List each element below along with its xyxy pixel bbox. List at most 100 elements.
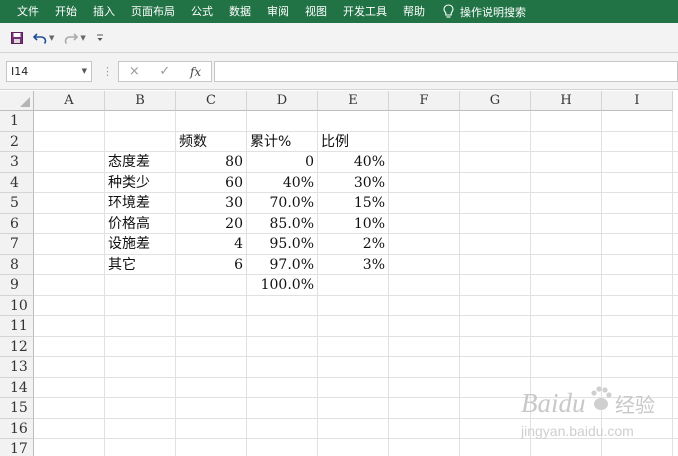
tell-me-label: 操作说明搜索 (460, 5, 526, 19)
name-box[interactable]: I14 ▼ (6, 61, 92, 82)
redo-button[interactable]: ▼ (61, 27, 88, 49)
cell-e5[interactable]: 15% (318, 193, 389, 213)
watermark-brand: Baidu (521, 388, 586, 418)
lightbulb-icon (443, 4, 454, 18)
cell-d8[interactable]: 97.0% (247, 255, 318, 275)
select-all-button[interactable] (0, 91, 34, 111)
tab-formulas[interactable]: 公式 (183, 0, 221, 23)
column-header-h[interactable]: H (531, 91, 602, 111)
row-header-6[interactable]: 6 (0, 213, 34, 234)
enter-icon[interactable]: ✓ (159, 64, 170, 79)
row-gridline (34, 356, 678, 357)
column-header-a[interactable]: A (34, 91, 105, 111)
tab-review[interactable]: 审阅 (259, 0, 297, 23)
name-box-value: I14 (11, 65, 29, 78)
cell-e2[interactable]: 比例 (318, 132, 389, 152)
tell-me-search[interactable]: 操作说明搜索 (433, 4, 526, 20)
cell-b7[interactable]: 设施差 (105, 234, 176, 254)
watermark-brand-cn: 经验 (615, 393, 655, 417)
tab-help[interactable]: 帮助 (395, 0, 433, 23)
row-header-3[interactable]: 3 (0, 152, 34, 173)
cell-c5[interactable]: 30 (176, 193, 247, 213)
row-header-1[interactable]: 1 (0, 111, 34, 132)
paw-icon (591, 386, 612, 410)
row-header-17[interactable]: 17 (0, 439, 34, 456)
cell-b3[interactable]: 态度差 (105, 152, 176, 172)
row-header-2[interactable]: 2 (0, 131, 34, 152)
row-gridline (34, 376, 678, 378)
cell-b6[interactable]: 价格高 (105, 214, 176, 234)
row-header-9[interactable]: 9 (0, 275, 34, 296)
row-header-7[interactable]: 7 (0, 234, 34, 255)
tab-page-layout[interactable]: 页面布局 (123, 0, 183, 23)
cell-d3[interactable]: 0 (247, 152, 318, 172)
chevron-down-icon[interactable]: ▼ (82, 62, 87, 81)
row-header-14[interactable]: 14 (0, 377, 34, 398)
cell-e4[interactable]: 30% (318, 173, 389, 193)
cell-c8[interactable]: 6 (176, 255, 247, 275)
column-header-c[interactable]: C (176, 91, 247, 111)
chevron-down-icon[interactable]: ▼ (49, 34, 54, 42)
cell-d4[interactable]: 40% (247, 173, 318, 193)
column-header-i[interactable]: I (602, 91, 673, 111)
cell-e8[interactable]: 3% (318, 255, 389, 275)
tab-data[interactable]: 数据 (221, 0, 259, 23)
insert-function-icon[interactable]: fx (190, 65, 201, 79)
customize-toolbar-button[interactable] (93, 27, 107, 49)
cell-e3[interactable]: 40% (318, 152, 389, 172)
cell-d5[interactable]: 70.0% (247, 193, 318, 213)
cell-c6[interactable]: 20 (176, 214, 247, 234)
column-gridline (459, 111, 460, 456)
cell-b5[interactable]: 环境差 (105, 193, 176, 213)
chevron-down-icon[interactable]: ▼ (80, 34, 85, 42)
save-icon (11, 31, 23, 44)
formula-bar-grip[interactable]: ⋮ (102, 65, 113, 78)
cell-c2[interactable]: 频数 (176, 132, 247, 152)
quick-access-toolbar: ▼ ▼ (0, 23, 678, 53)
row-header-16[interactable]: 16 (0, 418, 34, 439)
cell-e7[interactable]: 2% (318, 234, 389, 254)
row-header-12[interactable]: 12 (0, 336, 34, 357)
column-header-d[interactable]: D (247, 91, 318, 111)
tab-file[interactable]: 文件 (0, 0, 47, 23)
cell-b8[interactable]: 其它 (105, 255, 176, 275)
tab-insert[interactable]: 插入 (85, 0, 123, 23)
cell-c7[interactable]: 4 (176, 234, 247, 254)
cell-d7[interactable]: 95.0% (247, 234, 318, 254)
column-header-f[interactable]: F (389, 91, 460, 111)
formula-input[interactable] (214, 61, 678, 82)
formula-buttons: × ✓ fx (118, 61, 212, 82)
undo-button[interactable]: ▼ (30, 27, 57, 49)
row-gridline (34, 315, 678, 316)
row-header-13[interactable]: 13 (0, 357, 34, 378)
column-header-g[interactable]: G (460, 91, 531, 111)
row-header-5[interactable]: 5 (0, 193, 34, 214)
column-header-e[interactable]: E (318, 91, 389, 111)
row-header-15[interactable]: 15 (0, 398, 34, 419)
row-gridline (34, 335, 678, 337)
tab-home[interactable]: 开始 (47, 0, 85, 23)
cell-d9[interactable]: 100.0% (247, 275, 318, 295)
cell-b4[interactable]: 种类少 (105, 173, 176, 193)
ribbon-tab-bar: 文件 开始 插入 页面布局 公式 数据 审阅 视图 开发工具 帮助 操作说明搜索 (0, 0, 678, 23)
cell-c3[interactable]: 80 (176, 152, 247, 172)
watermark-url: jingyan.baidu.com (520, 423, 634, 439)
tab-view[interactable]: 视图 (297, 0, 335, 23)
row-header-11[interactable]: 11 (0, 316, 34, 337)
tab-developer[interactable]: 开发工具 (335, 0, 395, 23)
cancel-icon[interactable]: × (129, 64, 140, 79)
formula-bar: I14 ▼ ⋮ × ✓ fx (0, 53, 678, 90)
cell-d6[interactable]: 85.0% (247, 214, 318, 234)
row-header-4[interactable]: 4 (0, 172, 34, 193)
baidu-watermark: Baidu 经验 jingyan.baidu.com (520, 386, 655, 439)
save-button[interactable] (8, 27, 26, 49)
row-header-10[interactable]: 10 (0, 295, 34, 316)
cell-e6[interactable]: 10% (318, 214, 389, 234)
redo-icon (65, 32, 79, 44)
column-header-b[interactable]: B (105, 91, 176, 111)
cell-d2[interactable]: 累计% (247, 132, 318, 152)
cell-c4[interactable]: 60 (176, 173, 247, 193)
row-header-8[interactable]: 8 (0, 254, 34, 275)
customize-icon (96, 34, 103, 41)
row-gridline (34, 294, 678, 296)
